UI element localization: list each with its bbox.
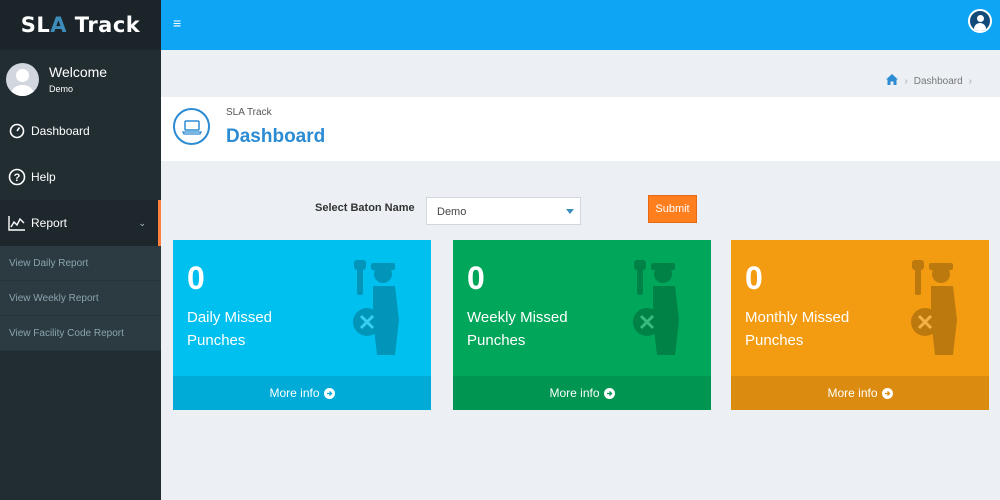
page-header: SLA Track Dashboard (161, 97, 1000, 161)
sidebar-item-label: Dashboard (31, 124, 90, 138)
baton-name-selected: Demo (437, 206, 467, 218)
sidebar: SLA Track Welcome Demo Dashboard ? Help … (0, 0, 161, 500)
more-info-link[interactable]: More info (453, 376, 711, 410)
sidebar-item-label: Report (31, 216, 68, 230)
more-info-link[interactable]: More info (731, 376, 989, 410)
box-count: 0 (467, 260, 485, 296)
svg-text:?: ? (14, 172, 21, 184)
sidebar-subitem-weekly-report[interactable]: View Weekly Report (0, 281, 161, 316)
more-info-link[interactable]: More info (173, 376, 431, 410)
baton-name-label: Select Baton Name (315, 202, 415, 214)
box-label: Monthly Missed Punches (745, 309, 850, 349)
question-circle-icon: ? (8, 168, 26, 186)
sidebar-item-report[interactable]: Report ⌄ (0, 200, 161, 246)
sidebar-item-label: Help (31, 170, 56, 184)
home-icon[interactable] (886, 74, 899, 88)
arrow-circle-right-icon (603, 387, 615, 399)
guard-icon (633, 260, 679, 355)
breadcrumb-separator-icon: › (904, 75, 908, 87)
caret-down-icon (566, 209, 574, 214)
page-subtitle: SLA Track (226, 107, 272, 118)
dashboard-gauge-icon (8, 122, 26, 140)
sidebar-subitem-facility-code-report[interactable]: View Facility Code Report (0, 316, 161, 351)
menu-toggle-icon[interactable]: ≡ (173, 15, 181, 31)
daily-missed-punches-box: 0 Daily Missed Punches More info (173, 240, 431, 410)
box-count: 0 (187, 260, 205, 296)
breadcrumb: › Dashboard › (886, 74, 978, 88)
user-panel: Welcome Demo (0, 50, 161, 108)
arrow-circle-right-icon (881, 387, 893, 399)
chevron-down-icon: ⌄ (138, 217, 146, 228)
arrow-circle-right-icon (323, 387, 335, 399)
box-label: Daily Missed Punches (187, 309, 273, 349)
user-avatar (6, 62, 39, 96)
box-count: 0 (745, 260, 763, 296)
user-account-icon[interactable] (968, 9, 992, 33)
guard-icon (911, 260, 957, 355)
app-logo[interactable]: SLA Track (0, 0, 161, 50)
sidebar-item-help[interactable]: ? Help (0, 154, 161, 200)
top-navbar: ≡ (161, 0, 1000, 50)
sidebar-item-dashboard[interactable]: Dashboard (0, 108, 161, 154)
user-name: Demo (49, 84, 74, 94)
breadcrumb-current: Dashboard (913, 75, 963, 87)
breadcrumb-separator-icon: › (968, 75, 972, 87)
laptop-icon (173, 108, 210, 145)
box-label: Weekly Missed Punches (467, 309, 568, 349)
weekly-missed-punches-box: 0 Weekly Missed Punches More info (453, 240, 711, 410)
guard-icon (353, 260, 399, 355)
logo-text: SLA Track (20, 13, 141, 37)
baton-name-select[interactable]: Demo (426, 197, 581, 225)
submit-button[interactable]: Submit (648, 195, 697, 223)
line-chart-icon (8, 214, 26, 232)
monthly-missed-punches-box: 0 Monthly Missed Punches More info (731, 240, 989, 410)
page-title: Dashboard (226, 126, 326, 147)
sidebar-subitem-daily-report[interactable]: View Daily Report (0, 246, 161, 281)
welcome-text: Welcome (49, 64, 108, 80)
